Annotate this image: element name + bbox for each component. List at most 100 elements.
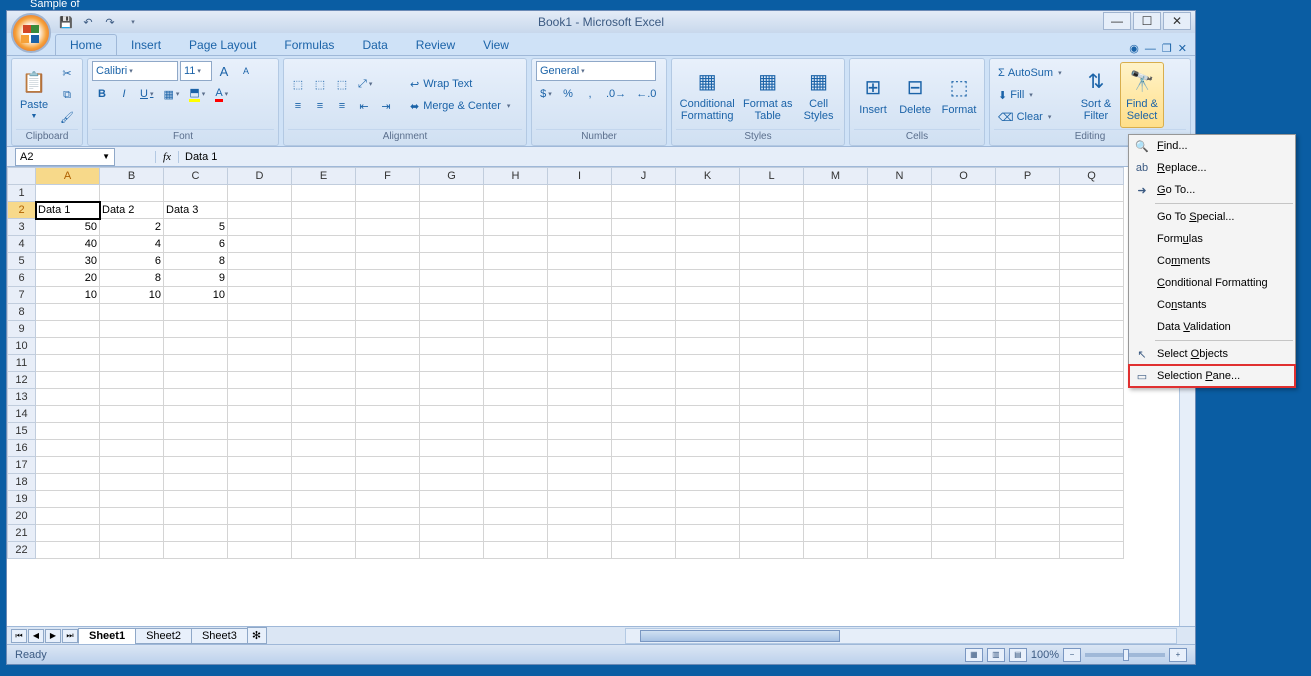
formula-bar-input[interactable]	[179, 148, 1195, 166]
cell-E9[interactable]	[292, 321, 356, 338]
cell-E18[interactable]	[292, 474, 356, 491]
cell-K13[interactable]	[676, 389, 740, 406]
cell-D4[interactable]	[228, 236, 292, 253]
cell-Q8[interactable]	[1060, 304, 1124, 321]
menu-find[interactable]: 🔍Find...	[1129, 135, 1295, 157]
cell-I16[interactable]	[548, 440, 612, 457]
zoom-in-button[interactable]: +	[1169, 648, 1187, 662]
cell-J13[interactable]	[612, 389, 676, 406]
cell-C10[interactable]	[164, 338, 228, 355]
cell-F16[interactable]	[356, 440, 420, 457]
align-right-icon[interactable]: ≡	[332, 96, 352, 116]
cell-J12[interactable]	[612, 372, 676, 389]
cell-D1[interactable]	[228, 185, 292, 202]
cell-F3[interactable]	[356, 219, 420, 236]
col-header-H[interactable]: H	[484, 168, 548, 185]
cell-B8[interactable]	[100, 304, 164, 321]
cell-P2[interactable]	[996, 202, 1060, 219]
cell-I15[interactable]	[548, 423, 612, 440]
cell-C8[interactable]	[164, 304, 228, 321]
cell-F10[interactable]	[356, 338, 420, 355]
cell-C7[interactable]: 10	[164, 287, 228, 304]
cell-D17[interactable]	[228, 457, 292, 474]
cell-E15[interactable]	[292, 423, 356, 440]
row-header-1[interactable]: 1	[8, 185, 36, 202]
cell-E22[interactable]	[292, 542, 356, 559]
cell-A9[interactable]	[36, 321, 100, 338]
cell-L3[interactable]	[740, 219, 804, 236]
row-header-13[interactable]: 13	[8, 389, 36, 406]
cell-D8[interactable]	[228, 304, 292, 321]
menu-goto[interactable]: ➜Go To...	[1129, 179, 1295, 201]
cell-E20[interactable]	[292, 508, 356, 525]
tab-insert[interactable]: Insert	[117, 35, 175, 55]
cell-Q4[interactable]	[1060, 236, 1124, 253]
cell-O6[interactable]	[932, 270, 996, 287]
cell-P13[interactable]	[996, 389, 1060, 406]
border-button[interactable]: ▦	[159, 84, 183, 104]
cell-H19[interactable]	[484, 491, 548, 508]
cell-I18[interactable]	[548, 474, 612, 491]
decrease-indent-icon[interactable]: ⇤	[354, 96, 374, 116]
cell-N16[interactable]	[868, 440, 932, 457]
cell-J9[interactable]	[612, 321, 676, 338]
cell-L5[interactable]	[740, 253, 804, 270]
cell-M9[interactable]	[804, 321, 868, 338]
cell-C4[interactable]: 6	[164, 236, 228, 253]
number-format-combo[interactable]: General	[536, 61, 656, 81]
cell-C16[interactable]	[164, 440, 228, 457]
cell-Q16[interactable]	[1060, 440, 1124, 457]
cell-P3[interactable]	[996, 219, 1060, 236]
cell-F9[interactable]	[356, 321, 420, 338]
cell-N17[interactable]	[868, 457, 932, 474]
cell-H1[interactable]	[484, 185, 548, 202]
cell-L9[interactable]	[740, 321, 804, 338]
cell-D11[interactable]	[228, 355, 292, 372]
cell-M4[interactable]	[804, 236, 868, 253]
cell-I21[interactable]	[548, 525, 612, 542]
ribbon-minimize-button[interactable]: —	[1145, 43, 1156, 55]
cell-Q20[interactable]	[1060, 508, 1124, 525]
cell-G6[interactable]	[420, 270, 484, 287]
cell-L6[interactable]	[740, 270, 804, 287]
cell-G17[interactable]	[420, 457, 484, 474]
cell-K8[interactable]	[676, 304, 740, 321]
cell-P9[interactable]	[996, 321, 1060, 338]
cell-Q9[interactable]	[1060, 321, 1124, 338]
delete-cells-button[interactable]: ⊟Delete	[896, 62, 934, 128]
cell-P16[interactable]	[996, 440, 1060, 457]
shrink-font-icon[interactable]: A	[236, 61, 256, 81]
cell-P4[interactable]	[996, 236, 1060, 253]
ribbon-close-button[interactable]: ✕	[1178, 42, 1187, 55]
cell-E14[interactable]	[292, 406, 356, 423]
cell-F19[interactable]	[356, 491, 420, 508]
ribbon-restore-button[interactable]: ❐	[1162, 42, 1172, 55]
cell-E4[interactable]	[292, 236, 356, 253]
cell-J15[interactable]	[612, 423, 676, 440]
col-header-E[interactable]: E	[292, 168, 356, 185]
cell-P17[interactable]	[996, 457, 1060, 474]
cell-styles-button[interactable]: ▦Cell Styles	[797, 62, 840, 128]
cell-M16[interactable]	[804, 440, 868, 457]
format-cells-button[interactable]: ⬚Format	[938, 62, 980, 128]
col-header-J[interactable]: J	[612, 168, 676, 185]
cell-K20[interactable]	[676, 508, 740, 525]
sort-filter-button[interactable]: ⇅Sort & Filter	[1076, 62, 1116, 128]
row-header-5[interactable]: 5	[8, 253, 36, 270]
row-header-21[interactable]: 21	[8, 525, 36, 542]
undo-icon[interactable]: ↶	[79, 13, 97, 31]
cell-M1[interactable]	[804, 185, 868, 202]
cell-J5[interactable]	[612, 253, 676, 270]
cell-B21[interactable]	[100, 525, 164, 542]
cell-P22[interactable]	[996, 542, 1060, 559]
row-header-19[interactable]: 19	[8, 491, 36, 508]
cell-B10[interactable]	[100, 338, 164, 355]
cell-B14[interactable]	[100, 406, 164, 423]
cell-F14[interactable]	[356, 406, 420, 423]
cell-K17[interactable]	[676, 457, 740, 474]
menu-formulas[interactable]: Formulas	[1129, 228, 1295, 250]
align-middle-icon[interactable]: ⬚	[310, 74, 330, 94]
cell-C17[interactable]	[164, 457, 228, 474]
cell-F2[interactable]	[356, 202, 420, 219]
cell-H2[interactable]	[484, 202, 548, 219]
